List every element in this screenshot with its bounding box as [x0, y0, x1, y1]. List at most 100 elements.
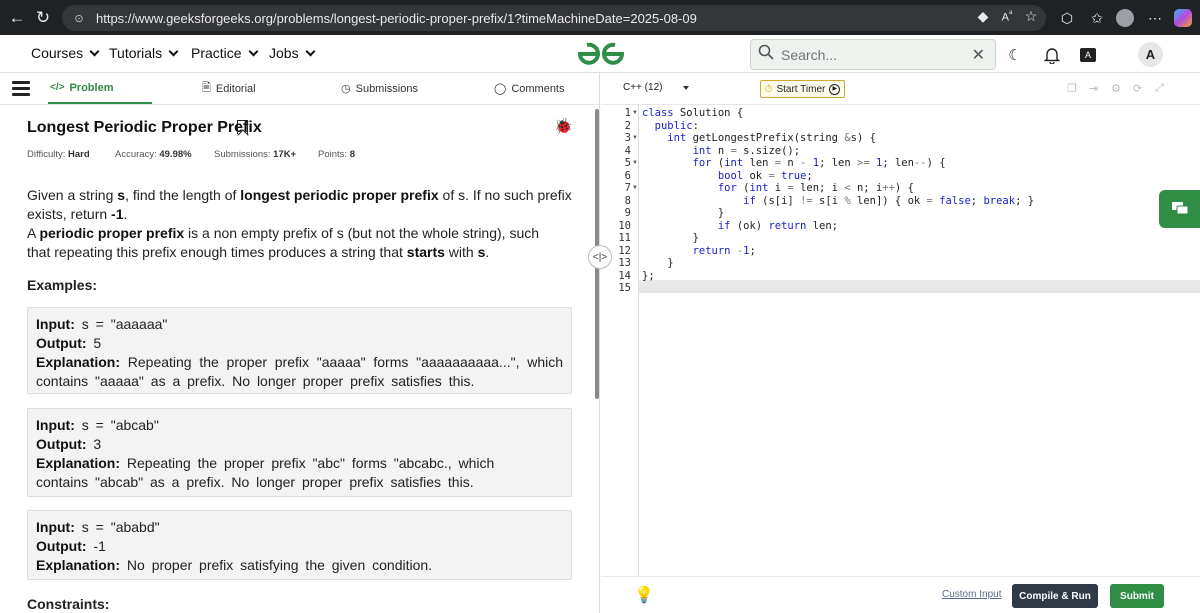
code-line[interactable]: int n = s.size();	[642, 145, 800, 158]
translate-icon[interactable]: A	[1076, 43, 1100, 67]
fold-arrow-icon[interactable]: ▼	[632, 157, 638, 170]
language-select[interactable]: C++ (12)	[623, 82, 662, 93]
search-box[interactable]: ✕	[750, 39, 996, 70]
examples-heading: Examples:	[27, 277, 98, 293]
address-bar[interactable]: ⊙ https://www.geeksforgeeks.org/problems…	[62, 5, 1046, 31]
fold-arrow-icon[interactable]: ▼	[632, 107, 638, 120]
code-line[interactable]: public:	[642, 120, 699, 133]
custom-input-link[interactable]: Custom Input	[942, 589, 1001, 600]
editor-footer: 💡 Custom Input Compile & Run Submit	[601, 576, 1200, 613]
export-icon[interactable]: ⇥	[1089, 82, 1098, 95]
bell-icon[interactable]	[1040, 43, 1064, 67]
comment-icon: ◯	[494, 83, 507, 95]
tab-editorial[interactable]: 🗎 Editorial	[202, 73, 256, 104]
more-icon[interactable]: ⋯	[1142, 5, 1168, 31]
chevron-down-icon	[168, 46, 179, 56]
code-line[interactable]: };	[642, 270, 655, 283]
star-icon[interactable]: ☆	[1020, 8, 1042, 25]
line-number: 11	[618, 232, 631, 244]
line-number: 7	[624, 182, 631, 194]
code-line[interactable]: for (int len = n - 1; len >= 1; len--) {	[642, 157, 946, 170]
chevron-down-icon	[305, 46, 316, 56]
close-icon[interactable]: ✕	[972, 45, 985, 65]
dark-mode-icon[interactable]: ☾	[1003, 43, 1027, 67]
line-number: 2	[624, 119, 631, 132]
code-line[interactable]: }	[642, 257, 673, 270]
line-number: 15	[618, 282, 631, 294]
page-title: Longest Periodic Proper Prefix	[27, 119, 262, 136]
chat-button[interactable]	[1159, 190, 1200, 228]
profile-icon[interactable]	[1112, 5, 1138, 31]
difficulty: Difficulty: Hard	[27, 149, 90, 160]
problem-definition: A periodic proper prefix is a non empty …	[27, 225, 540, 260]
constraints-heading: Constraints:	[27, 596, 110, 612]
compile-run-button[interactable]: Compile & Run	[1012, 584, 1098, 608]
code-icon: </>	[50, 82, 65, 93]
reset-icon[interactable]: ⟳	[1133, 82, 1142, 95]
tag-icon[interactable]: ◆	[972, 8, 994, 25]
line-gutter: 1 2 3 4 5 6 7 8 9 10 11 12 13 14 15 ▼ ▼ …	[601, 105, 639, 576]
fold-arrow-icon[interactable]: ▼	[632, 132, 638, 145]
read-aloud-icon[interactable]: Aᵃ	[996, 8, 1018, 24]
menu-tutorials[interactable]: Tutorials	[109, 45, 179, 61]
reload-icon[interactable]: ↻	[28, 3, 58, 33]
submit-button[interactable]: Submit	[1110, 584, 1164, 608]
points: Points: 8	[318, 149, 355, 160]
code-area[interactable]: class Solution { public: int getLongestP…	[639, 105, 1200, 576]
line-number: 10	[618, 219, 631, 232]
caret-down-icon[interactable]	[683, 86, 689, 90]
copy-icon[interactable]: ❐	[1067, 82, 1077, 95]
code-line[interactable]: if (s[i] != s[i % len]) { ok = false; br…	[642, 195, 1034, 208]
avatar[interactable]: A	[1138, 42, 1163, 67]
code-line[interactable]: }	[642, 207, 724, 220]
line-number: 1	[624, 107, 631, 119]
extensions-icon[interactable]: ⬡	[1054, 5, 1080, 31]
problem-panel: </> Problem 🗎 Editorial ◷ Submissions ◯ …	[0, 73, 600, 613]
code-line[interactable]: }	[642, 232, 699, 245]
copilot-icon[interactable]	[1170, 5, 1196, 31]
resize-handle-icon[interactable]: <|>	[588, 245, 612, 269]
editor-toolbar: C++ (12) ⏱ Start Timer ▶ ❐ ⇥ ⚙ ⟳ ⤢	[601, 73, 1200, 105]
tab-submissions[interactable]: ◷ Submissions	[341, 73, 418, 104]
line-number: 14	[618, 269, 631, 282]
site-info-icon[interactable]: ⊙	[70, 12, 88, 25]
code-line[interactable]: for (int i = len; i < n; i++) {	[642, 182, 914, 195]
menu-courses[interactable]: Courses	[31, 45, 100, 61]
clock-icon: ◷	[341, 83, 351, 95]
code-line[interactable]: if (ok) return len;	[642, 220, 838, 233]
line-number: 4	[624, 144, 631, 157]
chevron-down-icon	[89, 46, 100, 56]
code-line[interactable]: return -1;	[642, 245, 756, 258]
code-line[interactable]: bool ok = true;	[642, 170, 813, 183]
gfg-logo-icon[interactable]	[576, 41, 626, 67]
search-input[interactable]	[781, 46, 961, 63]
example-2: Input: s = "abcab" Output: 3 Explanation…	[27, 408, 572, 497]
lightbulb-icon[interactable]: 💡	[634, 585, 654, 605]
submissions-count: Submissions: 17K+	[214, 149, 297, 160]
url-text[interactable]: https://www.geeksforgeeks.org/problems/l…	[96, 11, 697, 26]
tab-problem[interactable]: </> Problem	[48, 73, 152, 104]
tab-comments[interactable]: ◯ Comments	[494, 73, 565, 104]
chevron-down-icon	[248, 46, 259, 56]
chat-icon	[1171, 202, 1188, 215]
favorites-icon[interactable]: ✩	[1084, 5, 1110, 31]
code-line[interactable]: class Solution {	[642, 107, 743, 120]
timer-icon: ⏱	[764, 83, 773, 95]
bookmark-icon[interactable]	[237, 120, 248, 134]
fullscreen-icon[interactable]: ⤢	[1155, 82, 1164, 95]
settings-icon[interactable]: ⚙	[1111, 82, 1121, 95]
menu-icon[interactable]	[12, 81, 30, 97]
bug-report-icon[interactable]: 🐞	[554, 117, 573, 135]
problem-description: Given a string s, find the length of lon…	[27, 187, 572, 222]
accuracy: Accuracy: 49.98%	[115, 149, 192, 160]
play-icon: ▶	[829, 83, 841, 95]
search-icon	[751, 44, 781, 65]
site-header: Courses Tutorials Practice Jobs ✕ ☾ A A	[0, 35, 1200, 73]
code-editor-panel: C++ (12) ⏱ Start Timer ▶ ❐ ⇥ ⚙ ⟳ ⤢ 1 2 3…	[601, 73, 1200, 613]
line-number: 8	[624, 194, 631, 207]
code-line[interactable]: int getLongestPrefix(string &s) {	[642, 132, 876, 145]
menu-practice[interactable]: Practice	[191, 45, 259, 61]
fold-arrow-icon[interactable]: ▼	[632, 182, 638, 195]
menu-jobs[interactable]: Jobs	[269, 45, 316, 61]
start-timer-button[interactable]: ⏱ Start Timer ▶	[760, 80, 845, 98]
